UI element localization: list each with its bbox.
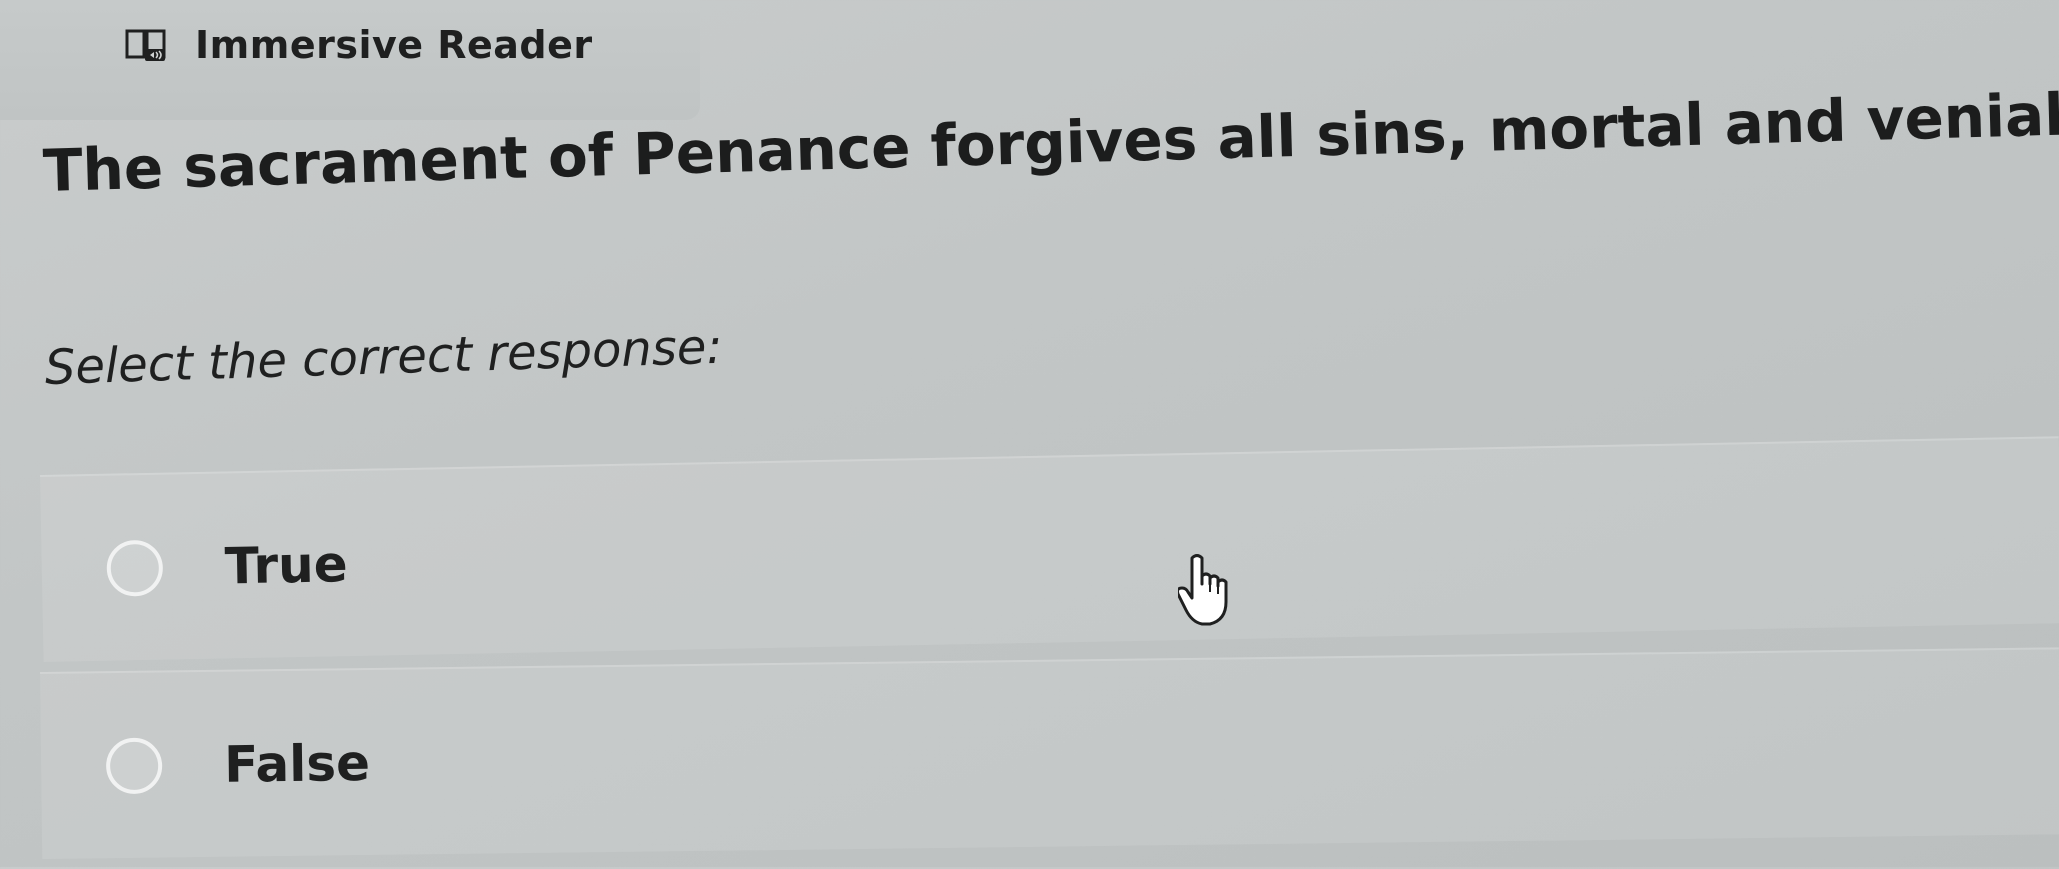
answer-label-false: False	[223, 733, 371, 794]
radio-true[interactable]	[106, 539, 164, 597]
answer-label-true: True	[224, 534, 349, 595]
answer-option-true[interactable]: True	[40, 436, 2059, 662]
immersive-reader-button[interactable]: Immersive Reader	[125, 0, 593, 90]
immersive-reader-icon	[125, 29, 166, 61]
radio-false[interactable]	[105, 737, 163, 794]
answer-options: True False	[40, 436, 2059, 869]
instruction-text: Select the correct response:	[44, 318, 724, 396]
immersive-reader-label: Immersive Reader	[195, 23, 593, 67]
answer-option-false[interactable]: False	[40, 647, 2059, 859]
toolbar: Immersive Reader	[0, 0, 700, 120]
hand-pointer-icon	[1178, 554, 1228, 626]
